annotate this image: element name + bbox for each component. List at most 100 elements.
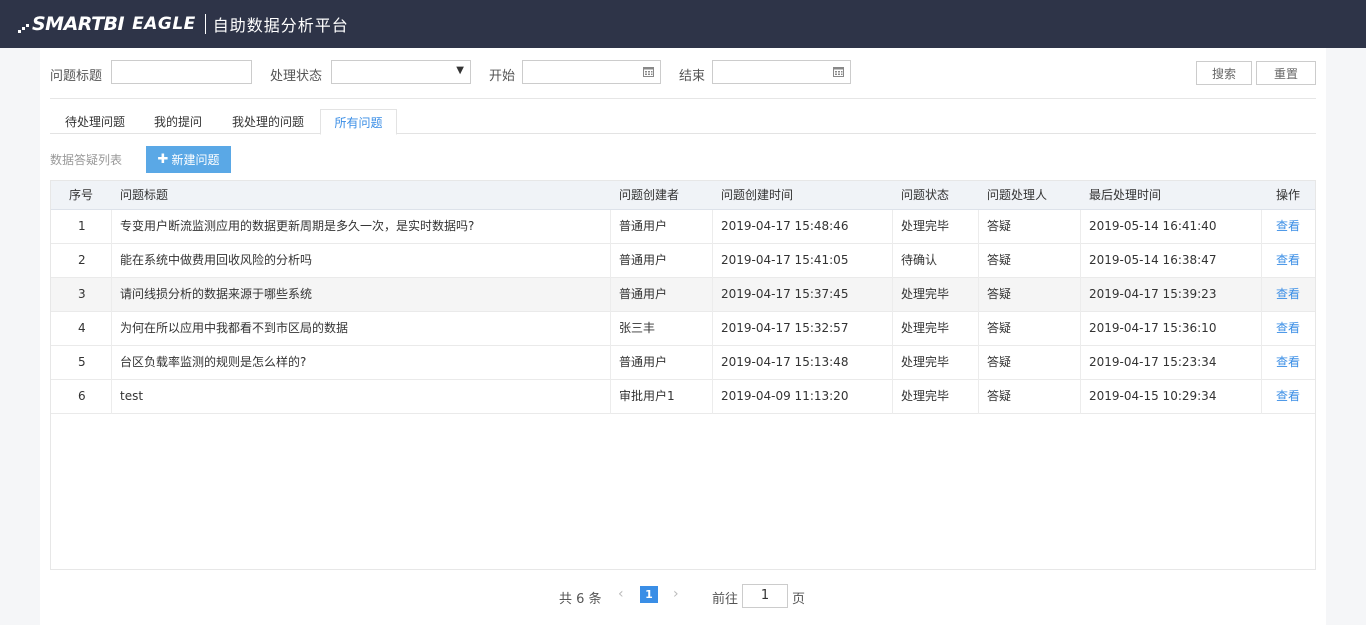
- column-divider: [978, 210, 979, 414]
- cell-created: 2019-04-09 11:13:20: [721, 389, 849, 403]
- cell-handler: 答疑: [987, 219, 1012, 233]
- end-date-label: 结束: [679, 69, 706, 84]
- cell-title: 请问线损分析的数据来源于哪些系统: [120, 287, 313, 301]
- logo-brand: SMARTBI: [32, 13, 125, 35]
- filter-bar: 问题标题 处理状态 ▼ 开始 结束 搜索 重置: [50, 60, 1316, 86]
- cell-handler: 答疑: [987, 355, 1012, 369]
- total-count: 共 6 条: [559, 592, 602, 607]
- column-divider: [1261, 210, 1262, 414]
- cell-title: 台区负载率监测的规则是怎么样的?: [120, 355, 307, 369]
- title-filter-input[interactable]: [111, 60, 252, 84]
- cell-title: 能在系统中做费用回收风险的分析吗: [120, 253, 313, 267]
- column-divider: [892, 210, 893, 414]
- cell-handler: 答疑: [987, 389, 1012, 403]
- view-link[interactable]: 查看: [1276, 346, 1300, 379]
- cell-creator: 普通用户: [619, 253, 668, 267]
- cell-last-time: 2019-05-14 16:41:40: [1089, 219, 1217, 233]
- calendar-icon[interactable]: [833, 66, 844, 77]
- cell-created: 2019-04-17 15:48:46: [721, 219, 849, 233]
- main-panel: 问题标题 处理状态 ▼ 开始 结束 搜索 重置 待处理问题 我的提问 我处理的问…: [40, 48, 1326, 625]
- table-row[interactable]: 1 专变用户断流监测应用的数据更新周期是多久一次，是实时数据吗? 普通用户 20…: [51, 210, 1315, 244]
- tab-bar: 待处理问题 我的提问 我处理的问题 所有问题: [50, 109, 1316, 135]
- logo-brand-eagle: EAGLE: [132, 14, 196, 34]
- cell-last-time: 2019-05-14 16:38:47: [1089, 253, 1217, 267]
- status-filter-select[interactable]: ▼: [331, 60, 471, 84]
- column-header-action: 操作: [1276, 188, 1301, 202]
- column-header-created: 问题创建时间: [721, 188, 794, 202]
- platform-title: 自助数据分析平台: [212, 16, 349, 35]
- table-row[interactable]: 3 请问线损分析的数据来源于哪些系统 普通用户 2019-04-17 15:37…: [51, 278, 1315, 312]
- cell-no: 3: [78, 287, 86, 301]
- cell-status: 处理完毕: [901, 389, 950, 403]
- page-suffix: 页: [792, 592, 806, 607]
- questions-table: 序号 问题标题 问题创建者 问题创建时间 问题状态 问题处理人 最后处理时间 操…: [50, 180, 1316, 570]
- search-button[interactable]: 搜索: [1196, 61, 1252, 85]
- column-header-last-time: 最后处理时间: [1089, 188, 1162, 202]
- tab-my-handled[interactable]: 我处理的问题: [216, 109, 320, 134]
- table-row[interactable]: 2 能在系统中做费用回收风险的分析吗 普通用户 2019-04-17 15:41…: [51, 244, 1315, 278]
- column-header-creator: 问题创建者: [619, 188, 680, 202]
- logo-separator: [204, 14, 206, 34]
- goto-page-input[interactable]: 1: [742, 584, 788, 608]
- cell-handler: 答疑: [987, 321, 1012, 335]
- view-link[interactable]: 查看: [1276, 278, 1300, 311]
- column-header-title: 问题标题: [120, 188, 169, 202]
- list-title: 数据答疑列表: [50, 153, 123, 167]
- plus-icon: ✚: [157, 152, 169, 167]
- caret-down-icon: ▼: [456, 65, 464, 76]
- cell-status: 处理完毕: [901, 219, 950, 233]
- table-row[interactable]: 6 test 审批用户1 2019-04-09 11:13:20 处理完毕 答疑…: [51, 380, 1315, 414]
- end-date-input[interactable]: [712, 60, 851, 84]
- chevron-right-icon[interactable]: ›: [673, 586, 679, 602]
- view-link[interactable]: 查看: [1276, 312, 1300, 345]
- table-row[interactable]: 5 台区负载率监测的规则是怎么样的? 普通用户 2019-04-17 15:13…: [51, 346, 1315, 380]
- cell-last-time: 2019-04-17 15:36:10: [1089, 321, 1217, 335]
- cell-last-time: 2019-04-15 10:29:34: [1089, 389, 1217, 403]
- current-page[interactable]: 1: [640, 586, 658, 603]
- tab-pending[interactable]: 待处理问题: [50, 109, 140, 134]
- new-question-button[interactable]: ✚ 新建问题: [146, 146, 231, 173]
- cell-no: 2: [78, 253, 86, 267]
- reset-button[interactable]: 重置: [1256, 61, 1316, 85]
- start-date-label: 开始: [489, 69, 516, 84]
- view-link[interactable]: 查看: [1276, 380, 1300, 413]
- view-link[interactable]: 查看: [1276, 244, 1300, 277]
- cell-status: 待确认: [901, 253, 938, 267]
- table-row[interactable]: 4 为何在所以应用中我都看不到市区局的数据 张三丰 2019-04-17 15:…: [51, 312, 1315, 346]
- start-date-input[interactable]: [522, 60, 661, 84]
- cell-no: 4: [78, 321, 86, 335]
- tab-all-questions[interactable]: 所有问题: [320, 109, 397, 135]
- cell-last-time: 2019-04-17 15:23:34: [1089, 355, 1217, 369]
- cell-no: 6: [78, 389, 86, 403]
- smartbi-logo-mark-icon: [18, 24, 29, 33]
- column-divider: [610, 210, 611, 414]
- new-question-label: 新建问题: [171, 153, 220, 167]
- column-header-no: 序号: [69, 188, 94, 202]
- view-link[interactable]: 查看: [1276, 210, 1300, 243]
- cell-status: 处理完毕: [901, 355, 950, 369]
- cell-creator: 张三丰: [619, 321, 656, 335]
- filter-divider: [50, 98, 1316, 99]
- cell-handler: 答疑: [987, 287, 1012, 301]
- tab-my-questions[interactable]: 我的提问: [140, 109, 216, 134]
- calendar-icon[interactable]: [643, 66, 654, 77]
- cell-no: 5: [78, 355, 86, 369]
- pagination: 共 6 条 ‹ 1 › 前往 1 页: [40, 584, 1326, 608]
- title-filter-label: 问题标题: [50, 69, 103, 84]
- cell-creator: 审批用户1: [619, 389, 675, 403]
- logo[interactable]: SMARTBI EAGLE 自助数据分析平台: [18, 12, 349, 36]
- cell-created: 2019-04-17 15:32:57: [721, 321, 849, 335]
- cell-status: 处理完毕: [901, 321, 950, 335]
- cell-title: test: [120, 389, 144, 403]
- cell-creator: 普通用户: [619, 287, 668, 301]
- column-divider: [111, 210, 112, 414]
- cell-created: 2019-04-17 15:37:45: [721, 287, 849, 301]
- cell-creator: 普通用户: [619, 355, 668, 369]
- cell-created: 2019-04-17 15:41:05: [721, 253, 849, 267]
- column-header-handler: 问题处理人: [987, 188, 1048, 202]
- column-header-status: 问题状态: [901, 188, 950, 202]
- goto-label: 前往: [712, 592, 739, 607]
- top-bar: SMARTBI EAGLE 自助数据分析平台: [0, 0, 1366, 48]
- column-divider: [712, 210, 713, 414]
- chevron-left-icon[interactable]: ‹: [618, 586, 624, 602]
